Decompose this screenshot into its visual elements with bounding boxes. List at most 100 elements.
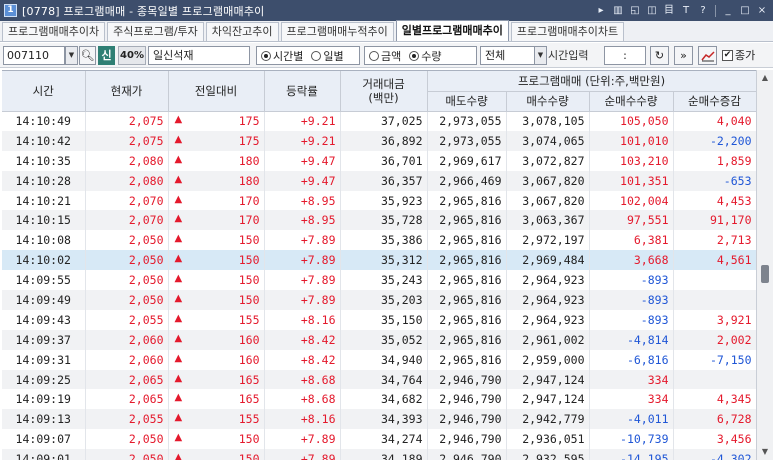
header-net-delta[interactable]: 순매수증감 bbox=[673, 91, 756, 112]
stock-name-field[interactable]: 일신석재 bbox=[148, 46, 250, 65]
change-value: 175 bbox=[238, 133, 260, 148]
close-icon[interactable]: × bbox=[755, 4, 769, 18]
tab-stock-program-investor[interactable]: 주식프로그램/투자 bbox=[107, 22, 204, 41]
tab-arbitrage-balance[interactable]: 차익잔고추이 bbox=[205, 22, 279, 41]
table-row[interactable]: 14:10:15 2,070 ▲ 170 +8.95 35,728 2,965,816 3,0… bbox=[2, 210, 756, 231]
radio-quantity[interactable]: 수량 bbox=[409, 48, 442, 64]
tab-program-trend-chart[interactable]: 프로그램매매추이차트 bbox=[510, 22, 625, 41]
split-icon[interactable]: ◫ bbox=[645, 4, 659, 18]
up-arrow-icon: ▲ bbox=[174, 213, 183, 225]
header-change[interactable]: 전일대비 bbox=[168, 71, 265, 112]
next-icon[interactable]: » bbox=[674, 46, 693, 65]
font-size-icon[interactable]: T bbox=[679, 4, 693, 18]
header-time[interactable]: 시간 bbox=[2, 71, 86, 112]
scroll-up-icon[interactable]: ▲ bbox=[757, 70, 773, 86]
cell-net-delta: 91,170 bbox=[673, 210, 756, 231]
cell-price: 2,050 bbox=[85, 270, 169, 291]
header-price[interactable]: 현재가 bbox=[85, 71, 169, 112]
cell-price: 2,070 bbox=[85, 210, 169, 231]
scroll-thumb[interactable] bbox=[761, 265, 769, 283]
table-body: 14:10:49 2,075 ▲ 175 +9.21 37,025 2,973,055 3,0… bbox=[2, 111, 756, 460]
cell-time: 14:10:35 bbox=[2, 150, 86, 171]
header-amount[interactable]: 거래대금 (백만) bbox=[340, 71, 428, 112]
cell-amount: 34,189 bbox=[340, 449, 428, 460]
table-row[interactable]: 14:09:49 2,050 ▲ 150 +7.89 35,203 2,965,816 2,9… bbox=[2, 290, 756, 310]
table-row[interactable]: 14:10:35 2,080 ▲ 180 +9.47 36,701 2,969,617 3,0… bbox=[2, 150, 756, 171]
table-row[interactable]: 14:10:21 2,070 ▲ 170 +8.95 35,923 2,965,816 3,0… bbox=[2, 190, 756, 211]
tab-program-cumulative[interactable]: 프로그램매매누적추이 bbox=[280, 22, 394, 41]
cell-net-delta: 1,859 bbox=[673, 150, 756, 171]
table-row[interactable]: 14:09:25 2,065 ▲ 165 +8.68 34,764 2,946,790 2,9… bbox=[2, 369, 756, 390]
header-sell-qty[interactable]: 매도수량 bbox=[427, 91, 507, 112]
cell-change: ▲ 175 bbox=[168, 130, 265, 151]
table-row[interactable]: 14:10:49 2,075 ▲ 175 +9.21 37,025 2,973,055 3,0… bbox=[2, 111, 756, 131]
header-buy-qty[interactable]: 매수수량 bbox=[506, 91, 590, 112]
cell-amount: 34,274 bbox=[340, 429, 428, 450]
cell-rate: +9.47 bbox=[264, 150, 341, 171]
search-icon[interactable]: 🔍︎ bbox=[79, 46, 96, 65]
change-value: 180 bbox=[238, 153, 260, 168]
table-row[interactable]: 14:10:02 2,050 ▲ 150 +7.89 35,312 2,965,816 2,9… bbox=[2, 250, 756, 271]
table-row[interactable]: 14:09:01 2,050 ▲ 150 +7.89 34,189 2,946,790 2,9… bbox=[2, 449, 756, 460]
table-row[interactable]: 14:10:08 2,050 ▲ 150 +7.89 35,386 2,965,816 2,9… bbox=[2, 230, 756, 251]
cell-net-qty: -4,814 bbox=[589, 329, 674, 350]
cell-net-delta bbox=[673, 369, 756, 390]
tab-program-trend-chart-short[interactable]: 프로그램매매추이차 bbox=[2, 22, 106, 41]
scroll-down-icon[interactable]: ▼ bbox=[757, 444, 773, 460]
cell-buy-qty: 3,063,367 bbox=[506, 210, 590, 231]
window-badge: 1 bbox=[4, 4, 17, 17]
cell-net-delta: -2,200 bbox=[673, 130, 756, 151]
cell-buy-qty: 3,067,820 bbox=[506, 170, 590, 191]
change-value: 150 bbox=[238, 292, 260, 307]
pin-icon[interactable]: 目 bbox=[662, 4, 676, 18]
time-input[interactable]: : bbox=[604, 46, 646, 65]
vertical-scrollbar[interactable]: ▲ ▼ bbox=[756, 70, 773, 460]
table-row[interactable]: 14:10:42 2,075 ▲ 175 +9.21 36,892 2,973,055 3,0… bbox=[2, 130, 756, 151]
cell-time: 14:10:28 bbox=[2, 170, 86, 191]
radio-daily[interactable]: 일별 bbox=[311, 48, 344, 64]
radio-hourly[interactable]: 시간별 bbox=[261, 48, 303, 64]
layout-icon[interactable]: ◱ bbox=[628, 4, 642, 18]
cell-sell-qty: 2,965,816 bbox=[427, 290, 507, 310]
cell-sell-qty: 2,946,790 bbox=[427, 409, 507, 430]
table-row[interactable]: 14:09:37 2,060 ▲ 160 +8.42 35,052 2,965,816 2,9… bbox=[2, 329, 756, 350]
header-net-qty[interactable]: 순매수수량 bbox=[589, 91, 674, 112]
maximize-icon[interactable]: □ bbox=[738, 4, 752, 18]
chart-icon[interactable] bbox=[698, 46, 717, 65]
cell-rate: +9.47 bbox=[264, 170, 341, 191]
cell-sell-qty: 2,965,816 bbox=[427, 230, 507, 251]
cell-buy-qty: 3,067,820 bbox=[506, 190, 590, 211]
radio-amount[interactable]: 금액 bbox=[369, 48, 401, 64]
cell-net-qty: -893 bbox=[589, 270, 674, 291]
filter-select[interactable]: 전체 bbox=[480, 46, 535, 65]
stock-code-input[interactable]: 007110 bbox=[3, 46, 65, 65]
cell-net-delta bbox=[673, 270, 756, 291]
screen-icon[interactable]: ▥ bbox=[611, 4, 625, 18]
tab-daily-program-trend[interactable]: 일별프로그램매매추이 bbox=[395, 20, 509, 41]
minimize-icon[interactable]: _ bbox=[721, 4, 735, 18]
table-row[interactable]: 14:09:13 2,055 ▲ 155 +8.16 34,393 2,946,790 2,9… bbox=[2, 409, 756, 430]
close-price-checkbox[interactable]: ✔ 종가 bbox=[722, 46, 755, 65]
table-row[interactable]: 14:10:28 2,080 ▲ 180 +9.47 36,357 2,966,469 3,0… bbox=[2, 170, 756, 191]
play-icon[interactable]: ▸ bbox=[594, 4, 608, 18]
table-row[interactable]: 14:09:55 2,050 ▲ 150 +7.89 35,243 2,965,816 2,9… bbox=[2, 270, 756, 291]
cell-rate: +7.89 bbox=[264, 270, 341, 291]
cell-time: 14:09:55 bbox=[2, 270, 86, 291]
title-bar-buttons: ▸ ▥ ◱ ◫ 目 T ? _ □ × bbox=[594, 0, 769, 21]
table-row[interactable]: 14:09:43 2,055 ▲ 155 +8.16 35,150 2,965,816 2,9… bbox=[2, 309, 756, 330]
cell-price: 2,065 bbox=[85, 389, 169, 410]
cell-time: 14:09:43 bbox=[2, 309, 86, 330]
cell-buy-qty: 2,959,000 bbox=[506, 349, 590, 370]
table-row[interactable]: 14:09:31 2,060 ▲ 160 +8.42 34,940 2,965,816 2,9… bbox=[2, 349, 756, 370]
table-row[interactable]: 14:09:19 2,065 ▲ 165 +8.68 34,682 2,946,790 2,9… bbox=[2, 389, 756, 410]
refresh-icon[interactable]: ↻ bbox=[650, 46, 669, 65]
cell-time: 14:09:07 bbox=[2, 429, 86, 450]
table-row[interactable]: 14:09:07 2,050 ▲ 150 +7.89 34,274 2,946,790 2,9… bbox=[2, 429, 756, 450]
filter-dropdown-icon[interactable]: ▼ bbox=[534, 46, 547, 65]
code-dropdown-icon[interactable]: ▼ bbox=[65, 46, 78, 65]
cell-price: 2,055 bbox=[85, 309, 169, 330]
cell-time: 14:09:01 bbox=[2, 449, 86, 460]
help-icon[interactable]: ? bbox=[696, 4, 710, 18]
change-value: 165 bbox=[238, 372, 260, 387]
header-rate[interactable]: 등락률 bbox=[264, 71, 341, 112]
